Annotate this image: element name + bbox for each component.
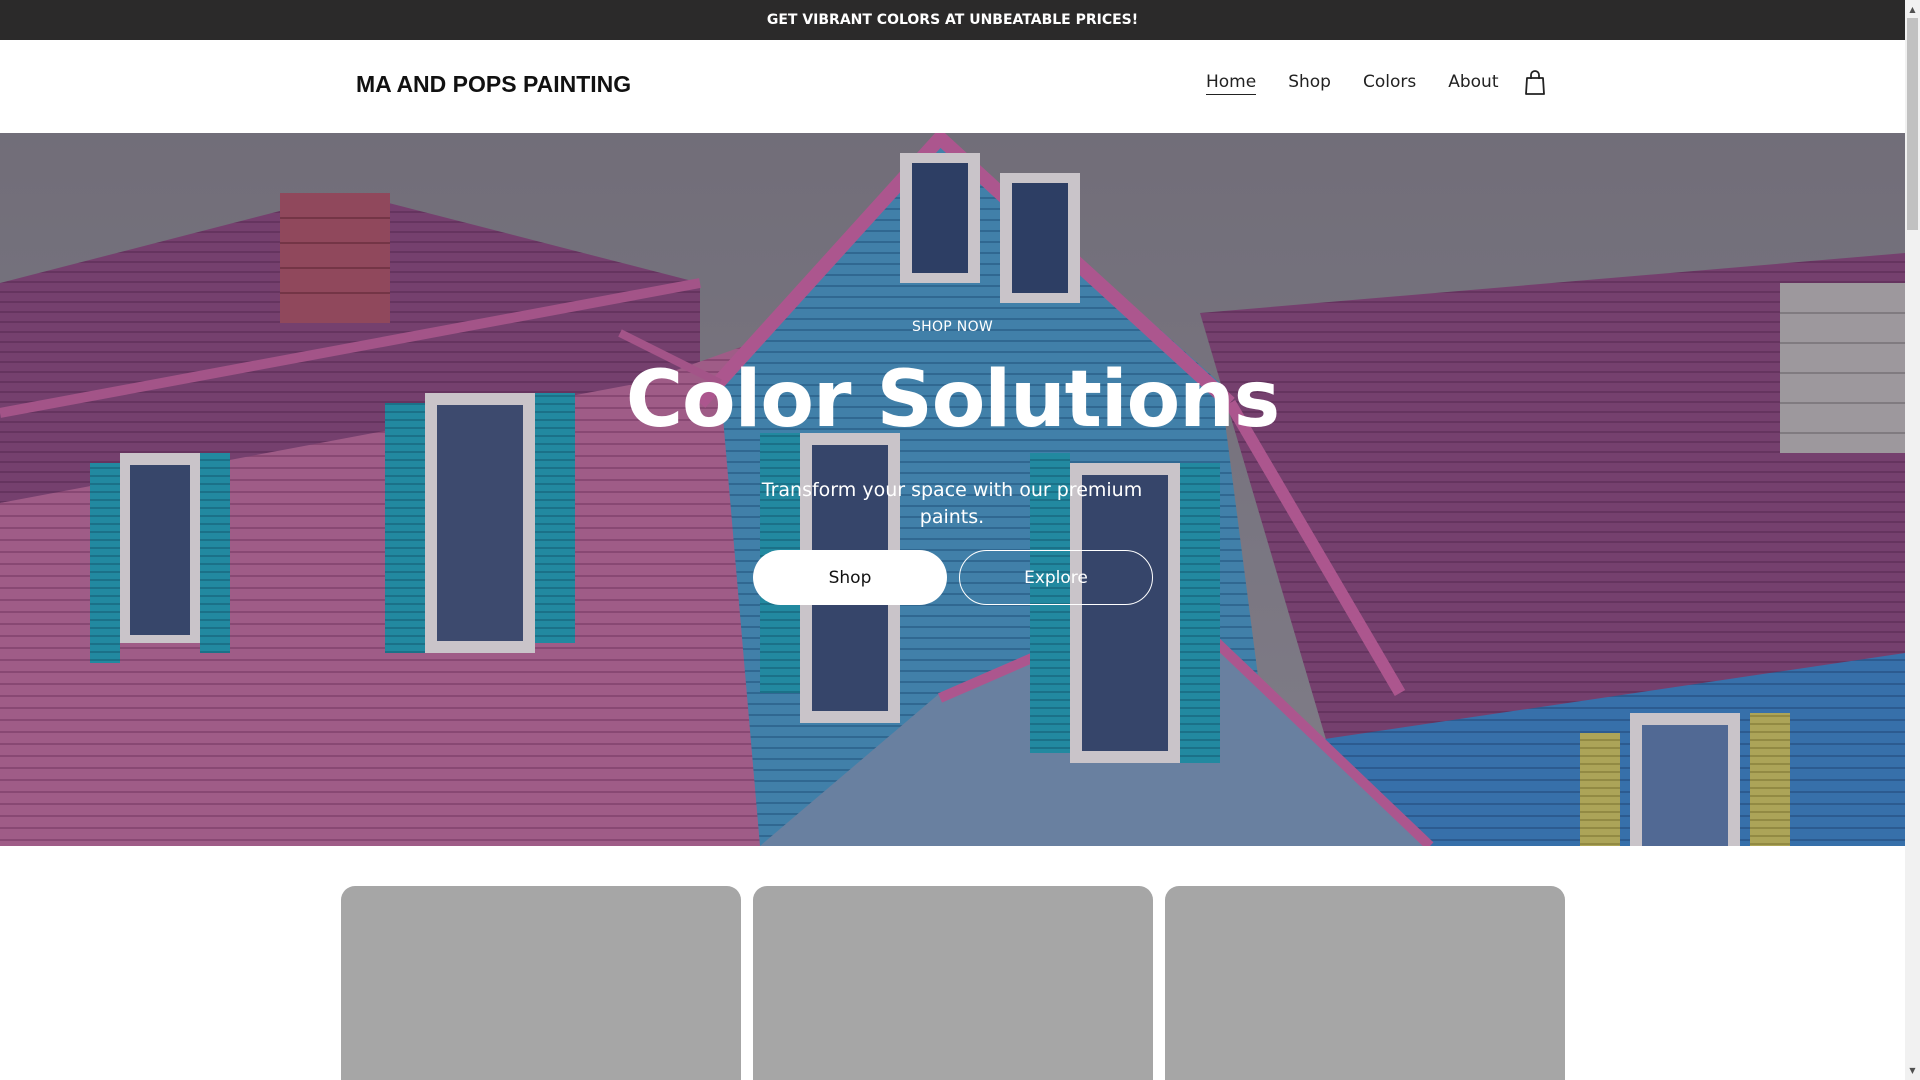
brand-logo-link[interactable]: MA AND POPS PAINTING (356, 71, 631, 98)
scroll-up-icon[interactable]: ▲ (1905, 2, 1920, 17)
product-card[interactable] (753, 886, 1153, 1080)
nav-colors-link[interactable]: Colors (1363, 72, 1416, 95)
hero-explore-button[interactable]: Explore (959, 550, 1153, 605)
shopping-bag-icon[interactable] (1524, 70, 1546, 96)
hero-eyebrow: SHOP NOW (911, 319, 994, 335)
product-card[interactable] (341, 886, 741, 1080)
product-card[interactable] (1165, 886, 1565, 1080)
product-cards (341, 886, 1565, 1080)
page: GET VIBRANT COLORS AT UNBEATABLE PRICES!… (0, 0, 1905, 1080)
announcement-bar: GET VIBRANT COLORS AT UNBEATABLE PRICES! (0, 0, 1905, 40)
nav-about-link[interactable]: About (1448, 72, 1498, 95)
nav-home-link[interactable]: Home (1206, 72, 1257, 95)
hero-title: Color Solutions (625, 355, 1280, 445)
hero-shop-button[interactable]: Shop (753, 550, 947, 605)
nav-shop-link[interactable]: Shop (1288, 72, 1331, 95)
announcement-text: GET VIBRANT COLORS AT UNBEATABLE PRICES! (766, 12, 1139, 28)
site-header: MA AND POPS PAINTING Home Shop Colors Ab… (0, 40, 1905, 134)
main-nav: Home Shop Colors About (1206, 72, 1530, 95)
vertical-scrollbar[interactable]: ▲ ▼ (1905, 0, 1920, 1080)
hero-subtitle: Transform your space with our premium pa… (761, 479, 1143, 528)
scrollbar-thumb[interactable] (1907, 18, 1918, 230)
hero-banner: SHOP NOW Color Solutions Transform your … (0, 133, 1905, 846)
scroll-down-icon[interactable]: ▼ (1905, 1063, 1920, 1078)
